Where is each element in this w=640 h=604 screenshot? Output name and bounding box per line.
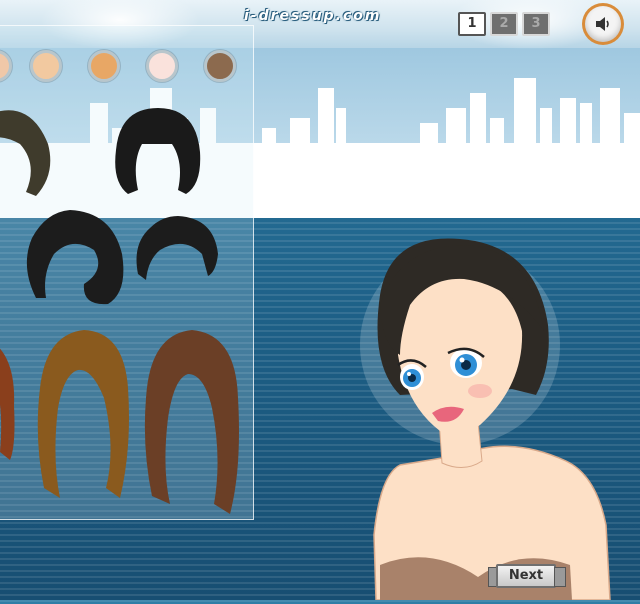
hair-color-swatch[interactable] — [88, 50, 120, 82]
page-button-2[interactable]: 2 — [490, 12, 518, 36]
hairstyle-option[interactable] — [0, 104, 60, 204]
hairstyle-panel — [0, 25, 254, 520]
next-button[interactable]: Next — [488, 564, 566, 588]
hair-color-swatch[interactable] — [30, 50, 62, 82]
hairstyle-option[interactable] — [112, 104, 204, 200]
hair-color-swatch[interactable] — [146, 50, 178, 82]
hairstyle-option[interactable] — [138, 328, 246, 518]
doll-model — [360, 235, 640, 601]
site-logo: i-dressup.com — [244, 8, 382, 24]
hair-color-swatch[interactable] — [0, 50, 12, 82]
sound-toggle-button[interactable] — [585, 6, 621, 42]
page-selector: 1 2 3 — [458, 12, 550, 36]
next-button-label: Next — [496, 564, 556, 588]
hairstyle-option[interactable] — [34, 328, 134, 508]
button-cap — [554, 567, 566, 587]
hairstyle-option[interactable] — [20, 206, 130, 308]
page-button-1[interactable]: 1 — [458, 12, 486, 36]
hairstyle-option[interactable] — [134, 214, 222, 284]
page-button-3[interactable]: 3 — [522, 12, 550, 36]
hairstyle-option[interactable] — [0, 336, 30, 466]
hair-color-swatch[interactable] — [204, 50, 236, 82]
speaker-icon — [596, 17, 609, 31]
